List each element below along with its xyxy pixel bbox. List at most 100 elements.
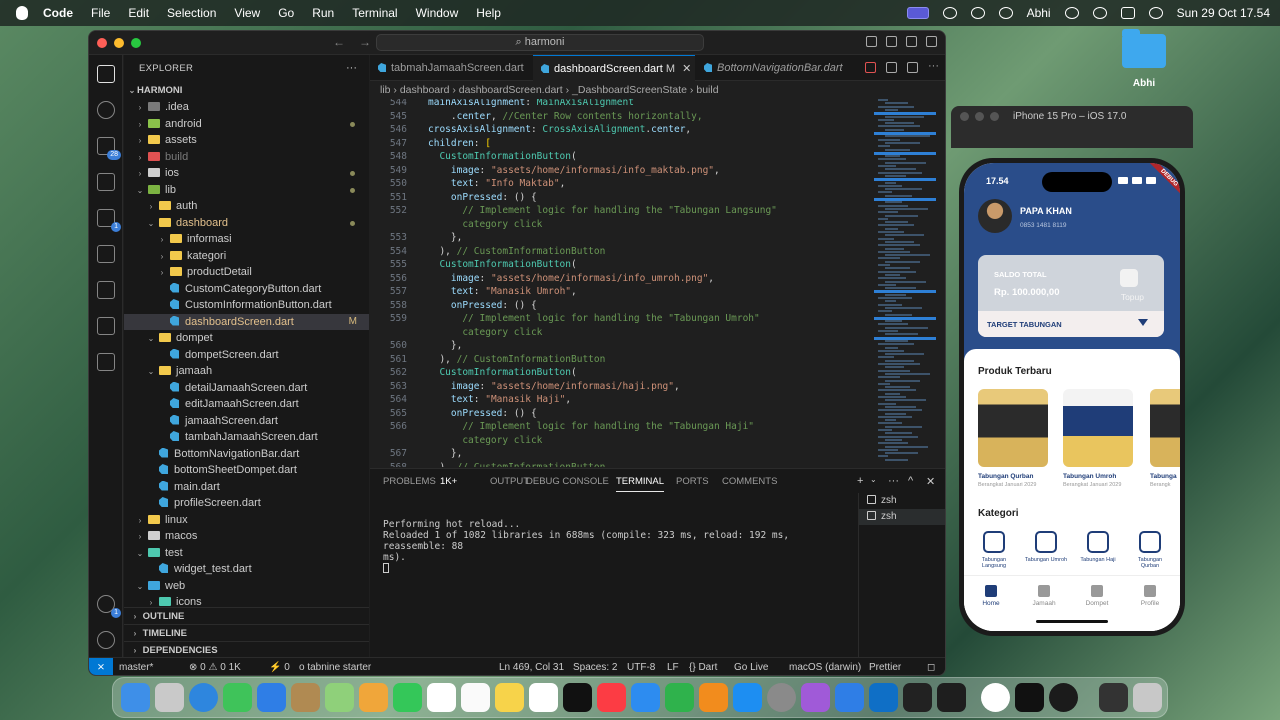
tree-folder[interactable]: ⌄ dashboard	[124, 215, 369, 231]
command-center-search[interactable]: ⌕ harmoni	[376, 34, 704, 51]
language-mode[interactable]: {} Dart	[689, 658, 717, 675]
terminal-icon[interactable]	[97, 317, 115, 335]
split-editor-icon[interactable]	[907, 62, 918, 73]
product-card[interactable]: Tabunga Berangk	[1150, 389, 1180, 488]
minimize-window-button[interactable]	[975, 112, 984, 121]
topup-button[interactable]: Topup	[1121, 292, 1144, 302]
mail-icon[interactable]	[257, 683, 286, 712]
toggle-panel-icon[interactable]	[886, 36, 897, 47]
keynote-icon[interactable]	[631, 683, 660, 712]
simulator-icon[interactable]	[1049, 683, 1078, 712]
tree-folder[interactable]: ⌄ jamaah	[124, 363, 369, 379]
tab-terminal[interactable]: TERMINAL	[616, 476, 665, 492]
nav-profile[interactable]: Profile	[1130, 585, 1170, 607]
terminal-item[interactable]: zsh	[859, 509, 945, 525]
menu-window[interactable]: Window	[407, 6, 468, 20]
currency-icon[interactable]	[970, 7, 985, 19]
user-name[interactable]: Abhi	[1027, 6, 1051, 20]
tree-folder[interactable]: › linux	[124, 512, 369, 528]
tree-file[interactable]: dompetScreen.dart	[124, 347, 369, 363]
tree-folder[interactable]: › build	[124, 149, 369, 165]
indentation[interactable]: Spaces: 2	[573, 658, 617, 675]
app-store-icon[interactable]	[733, 683, 762, 712]
run-debug-icon[interactable]	[97, 173, 115, 191]
tree-folder[interactable]: ⌄ test	[124, 545, 369, 561]
git-branch[interactable]: master*	[119, 658, 153, 675]
dashboard-icon[interactable]	[942, 7, 957, 19]
tree-file[interactable]: CustomCategoryButton.dart	[124, 281, 369, 297]
tree-file[interactable]: CustomInformationButton.dart	[124, 297, 369, 313]
product-card[interactable]: Tabungan Qurban Berangkat Januari 2029	[978, 389, 1050, 488]
notifications-icon[interactable]: ◻	[927, 658, 935, 675]
close-window-button[interactable]	[960, 112, 969, 121]
terminal-item[interactable]: zsh	[859, 493, 945, 509]
testing-icon[interactable]	[97, 245, 115, 263]
nav-dompet[interactable]: Dompet	[1077, 585, 1117, 607]
wifi-icon[interactable]	[1064, 7, 1079, 19]
trash-icon[interactable]	[1133, 683, 1162, 712]
tree-folder[interactable]: › informasi	[124, 231, 369, 247]
messages-icon[interactable]	[223, 683, 252, 712]
target-tabungan-dropdown[interactable]: TARGET TABUNGAN	[978, 311, 1164, 337]
tree-file[interactable]: dashboardScreen.dart M	[124, 313, 369, 330]
tree-folder[interactable]: › auth	[124, 198, 369, 214]
tree-file[interactable]: main.dart	[124, 479, 369, 495]
tree-file[interactable]: tambahJamaahScreen.dart	[124, 429, 369, 445]
menu-selection[interactable]: Selection	[158, 6, 225, 20]
vscode-icon[interactable]	[869, 683, 898, 712]
problems-status[interactable]: ⊗ 0 ⚠ 0 1K	[189, 658, 241, 675]
maps-icon[interactable]	[325, 683, 354, 712]
project-root[interactable]: ⌄ HARMONI	[124, 83, 369, 99]
close-tab-icon[interactable]: ✕	[682, 63, 691, 75]
menu-file[interactable]: File	[82, 6, 119, 20]
tab-dashboard-screen[interactable]: dashboardScreen.dart M ✕	[533, 55, 695, 81]
tree-file[interactable]: jamaahScreen.dart	[124, 413, 369, 429]
gear-icon[interactable]	[97, 631, 115, 649]
tabnine-status[interactable]: o tabnine starter	[299, 658, 371, 675]
kategori-langsung[interactable]: Tabungan Langsung	[972, 531, 1016, 569]
minimize-window-button[interactable]	[114, 38, 124, 48]
more-actions-icon[interactable]: ···	[346, 55, 357, 81]
more-icon[interactable]: ···	[888, 475, 899, 487]
tree-folder[interactable]: › ios	[124, 165, 369, 181]
breadcrumb[interactable]: lib › dashboard › dashboardScreen.dart ›…	[380, 82, 719, 98]
tree-folder[interactable]: › assets	[124, 132, 369, 148]
kategori-qurban[interactable]: Tabungan Qurban	[1128, 531, 1172, 569]
flutter-icon[interactable]	[97, 353, 115, 371]
apple-tv-icon[interactable]	[563, 683, 592, 712]
reminders-icon[interactable]	[461, 683, 490, 712]
zoom-window-button[interactable]	[990, 112, 999, 121]
kategori-umroh[interactable]: Tabungan Umroh	[1024, 531, 1068, 563]
finder-icon[interactable]	[121, 683, 150, 712]
menu-edit[interactable]: Edit	[119, 6, 158, 20]
activity-monitor-icon[interactable]	[903, 683, 932, 712]
system-settings-icon[interactable]	[767, 683, 796, 712]
zoom-window-button[interactable]	[131, 38, 141, 48]
close-window-button[interactable]	[97, 38, 107, 48]
facetime-icon[interactable]	[393, 683, 422, 712]
tree-folder[interactable]: ⌄ web	[124, 578, 369, 594]
notes-icon[interactable]	[495, 683, 524, 712]
menu-go[interactable]: Go	[269, 6, 303, 20]
photos-icon[interactable]	[359, 683, 388, 712]
menu-terminal[interactable]: Terminal	[343, 6, 406, 20]
more-icon[interactable]: ···	[928, 61, 939, 73]
numbers-icon[interactable]	[665, 683, 694, 712]
minimap[interactable]	[872, 99, 940, 467]
account-icon[interactable]: 1	[97, 595, 121, 618]
toggle-sidebar-icon[interactable]	[866, 36, 877, 47]
safari-icon[interactable]	[189, 683, 218, 712]
remote-indicator-icon[interactable]: ⨯	[89, 658, 113, 675]
tree-folder[interactable]: › .idea	[124, 99, 369, 115]
play-icon[interactable]	[886, 62, 897, 73]
chrome-icon[interactable]	[981, 683, 1010, 712]
line-endings[interactable]: LF	[667, 658, 679, 675]
tab-debug-console[interactable]: DEBUG CONSOLE	[526, 476, 609, 487]
product-card[interactable]: Tabungan Umroh Berangkat Januari 2029	[1063, 389, 1135, 488]
tree-folder[interactable]: › macos	[124, 528, 369, 544]
terminal-output[interactable]: Performing hot reload... Reloaded 1 of 1…	[383, 519, 843, 575]
tree-file[interactable]: profileScreen.dart	[124, 495, 369, 511]
new-terminal-icon[interactable]: +	[857, 475, 863, 487]
tree-file[interactable]: editJamaahScreen.dart	[124, 396, 369, 412]
toggle-secondary-sidebar-icon[interactable]	[906, 36, 917, 47]
